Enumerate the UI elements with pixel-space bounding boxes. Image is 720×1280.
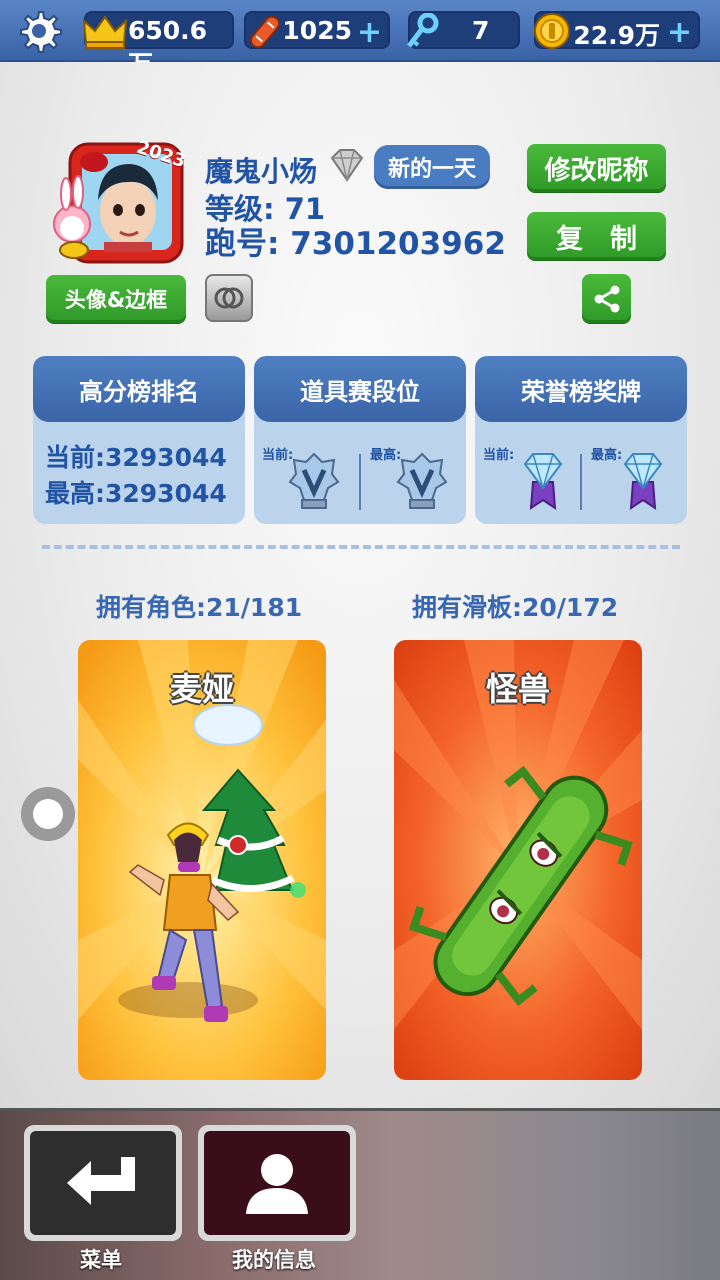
copy-id-button[interactable]: 复 制 — [527, 212, 666, 260]
trophy-current-icon — [288, 452, 340, 516]
boards-pill: 1025 + — [244, 11, 390, 50]
section-divider — [42, 545, 680, 549]
item-race-panel[interactable]: 道具赛段位 当前: 最高: — [254, 356, 466, 524]
boards-value: 1025 — [282, 16, 352, 45]
honor-best-label: 最高: — [591, 448, 623, 463]
add-boards-button[interactable]: + — [357, 15, 382, 50]
honor-panel[interactable]: 荣誉榜奖牌 当前: 最高: — [475, 356, 687, 524]
panel-divider — [580, 454, 582, 510]
key-icon — [404, 12, 440, 57]
assistive-touch-dot — [33, 799, 63, 829]
highscore-panel[interactable]: 高分榜排名 当前:3293044 最高:3293044 — [33, 356, 245, 524]
trophy-best-icon — [396, 452, 448, 516]
coins-value: 22.9万 — [573, 21, 660, 50]
rename-button[interactable]: 修改昵称 — [527, 144, 666, 192]
highscore-current: 当前:3293044 — [45, 443, 227, 472]
character-card[interactable]: 麦娅 — [78, 640, 326, 1080]
nickname: 魔鬼小炀 — [205, 155, 318, 188]
keys-value: 7 — [472, 16, 490, 45]
my-info-button[interactable] — [198, 1125, 356, 1241]
character-name: 麦娅 — [169, 670, 234, 708]
run-id: 跑号: 7301203962 — [205, 226, 506, 262]
return-arrow-icon — [67, 1157, 135, 1205]
diamond-medal-current-icon — [521, 452, 565, 514]
diamond-medal-best-icon — [621, 452, 665, 514]
item-race-title: 道具赛段位 — [254, 356, 466, 422]
assistive-touch-button[interactable] — [21, 787, 75, 841]
rings-icon — [214, 287, 244, 309]
avatar-frame-button[interactable]: 头像&边框 — [46, 275, 186, 323]
crown-score-pill: 650.6万 — [82, 11, 234, 79]
new-day-badge[interactable]: 新的一天 — [374, 145, 490, 189]
my-info-label: 我的信息 — [232, 1248, 316, 1272]
crown-icon — [82, 15, 128, 55]
honor-title: 荣誉榜奖牌 — [475, 356, 687, 422]
gear-icon[interactable] — [14, 6, 64, 56]
coin-icon — [532, 11, 572, 57]
board-name: 怪兽 — [485, 670, 550, 708]
menu-label: 菜单 — [80, 1248, 122, 1272]
boards-owned-count: 拥有滑板:20/172 — [412, 593, 619, 622]
medal-toggle-button[interactable] — [205, 274, 253, 322]
share-icon — [594, 285, 619, 312]
menu-button[interactable] — [24, 1125, 182, 1241]
share-button[interactable] — [582, 274, 631, 323]
characters-owned-count: 拥有角色:21/181 — [96, 593, 303, 622]
highscore-title: 高分榜排名 — [33, 356, 245, 422]
avatar[interactable]: 2023 — [52, 137, 188, 268]
honor-current-label: 当前: — [483, 448, 515, 463]
user-icon — [246, 1154, 308, 1214]
highscore-best: 最高:3293044 — [45, 479, 227, 508]
board-card[interactable]: 怪兽 — [394, 640, 642, 1080]
panel-divider — [359, 454, 361, 510]
diamond-rank-icon — [326, 146, 368, 190]
add-coins-button[interactable]: + — [667, 15, 692, 50]
keys-pill: 7 — [407, 11, 520, 49]
currency-bar: 650.6万 1025 + 7 — [0, 0, 720, 79]
skateboard-icon — [244, 13, 286, 57]
coins-pill: 22.9万 + — [534, 11, 700, 50]
